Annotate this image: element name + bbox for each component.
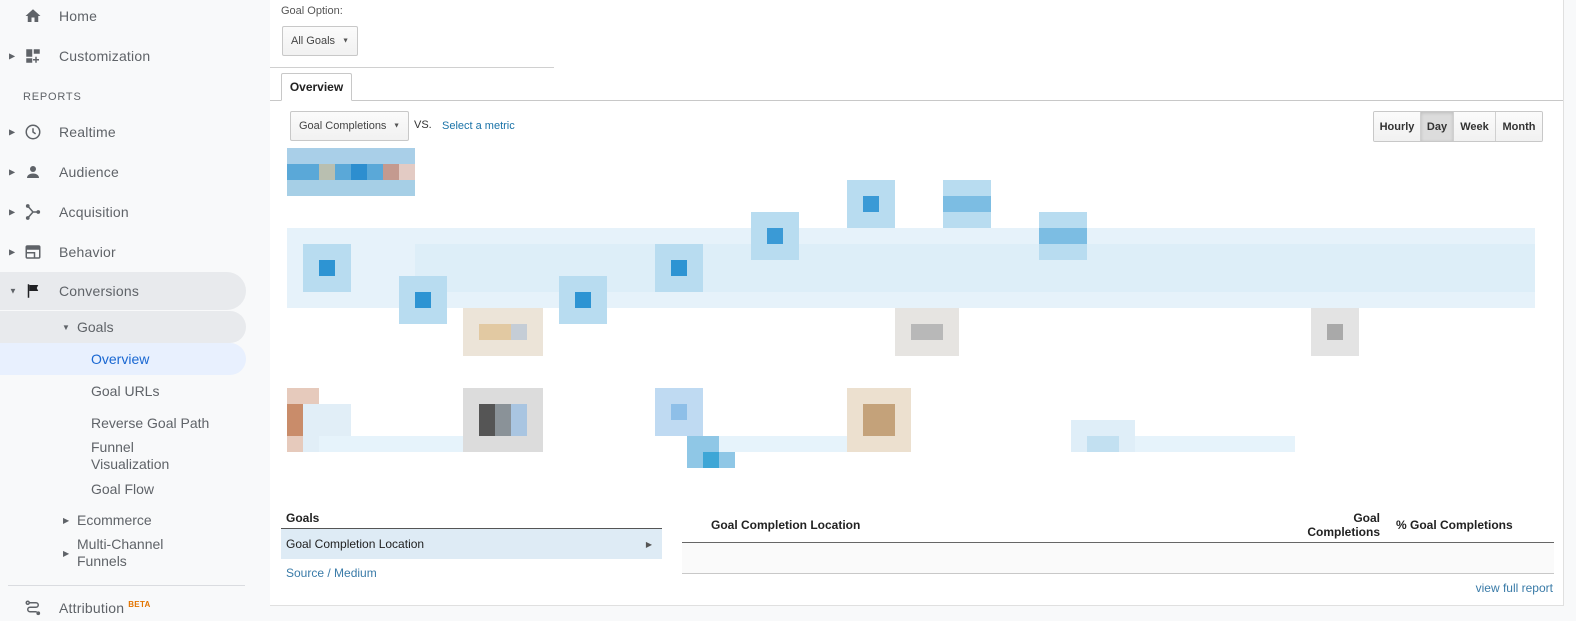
select-metric-link[interactable]: Select a metric	[442, 120, 515, 132]
sidebar: Home ▶ Customization REPORTS ▶ Realtime …	[0, 0, 262, 621]
sidebar-item-goal-flow[interactable]: Goal Flow	[0, 473, 246, 505]
sidebar-item-multi-channel-funnels[interactable]: ▶ Multi-Channel Funnels	[0, 535, 246, 571]
period-week-button[interactable]: Week	[1454, 112, 1496, 141]
dropdown-arrow-icon: ▼	[393, 122, 400, 130]
sidebar-item-customization[interactable]: ▶ Customization	[0, 37, 246, 75]
redacted-chart-block	[767, 228, 783, 244]
dashboard-icon	[24, 47, 42, 65]
redacted-chart-block	[415, 292, 431, 308]
caret-right-icon: ▶	[9, 127, 16, 137]
sidebar-item-attribution[interactable]: Attribution BETA	[0, 589, 246, 621]
redacted-chart-block	[287, 180, 415, 196]
view-full-report-link[interactable]: view full report	[1476, 581, 1553, 595]
redacted-chart-block	[399, 164, 415, 180]
attribution-icon	[24, 599, 42, 617]
redacted-chart-block	[863, 404, 895, 436]
sidebar-item-funnel-visualization[interactable]: Funnel Visualization	[0, 438, 246, 474]
sidebar-item-behavior[interactable]: ▶ Behavior	[0, 233, 246, 271]
redacted-chart-block	[287, 148, 415, 164]
sidebar-item-goal-urls[interactable]: Goal URLs	[0, 375, 246, 407]
period-hourly-button[interactable]: Hourly	[1374, 112, 1421, 141]
home-icon	[24, 7, 42, 25]
period-month-button[interactable]: Month	[1496, 112, 1542, 141]
attribution-label: Attribution	[59, 600, 125, 616]
sidebar-item-realtime[interactable]: ▶ Realtime	[0, 113, 246, 151]
sidebar-item-ecommerce[interactable]: ▶ Ecommerce	[0, 504, 246, 536]
main-panel: Goal Option: All Goals ▼ Overview Goal C…	[270, 0, 1564, 606]
sidebar-item-goals[interactable]: ▼ Goals	[0, 311, 246, 343]
metric-select[interactable]: Goal Completions ▼	[290, 111, 409, 141]
sidebar-item-goals-overview[interactable]: Overview	[0, 343, 246, 375]
sidebar-item-home[interactable]: Home	[0, 0, 246, 35]
tab-bar	[270, 100, 1563, 101]
redacted-chart-block	[479, 404, 495, 436]
caret-right-icon: ▶	[9, 247, 16, 257]
caret-right-icon: ▶	[9, 167, 16, 177]
column-header-location[interactable]: Goal Completion Location	[711, 518, 860, 532]
beta-badge: BETA	[128, 600, 151, 610]
table-bottom-divider	[682, 573, 1554, 574]
goals-dimension-source-medium[interactable]: Source / Medium	[286, 566, 377, 580]
redacted-chart-block	[1039, 228, 1087, 244]
redacted-chart-block	[495, 404, 511, 436]
person-icon	[24, 163, 42, 181]
acquisition-icon	[24, 203, 42, 221]
vs-label: VS.	[414, 119, 432, 131]
flag-icon	[24, 282, 42, 300]
goal-option-label: Goal Option:	[281, 5, 343, 17]
redacted-chart-block	[511, 404, 527, 436]
redacted-chart-block	[319, 260, 335, 276]
caret-right-icon: ▶	[63, 515, 70, 525]
sidebar-item-reverse-goal-path[interactable]: Reverse Goal Path	[0, 407, 246, 439]
redacted-chart-block	[943, 196, 991, 212]
goals-panel-heading: Goals	[286, 511, 320, 525]
period-toggle: Hourly Day Week Month	[1373, 111, 1543, 142]
redacted-chart-block	[671, 260, 687, 276]
dropdown-arrow-icon: ▼	[342, 37, 349, 45]
behavior-icon	[24, 243, 42, 261]
clock-icon	[24, 123, 42, 141]
caret-down-icon: ▼	[9, 286, 17, 296]
redacted-chart-block	[1087, 436, 1119, 452]
redacted-chart-block	[863, 196, 879, 212]
redacted-chart-block	[1327, 324, 1343, 340]
redacted-chart-block	[911, 324, 943, 340]
column-header-goal-completions[interactable]: Goal Completions	[1290, 511, 1380, 539]
redacted-chart-block	[575, 292, 591, 308]
redacted-chart-block	[287, 404, 303, 436]
redacted-chart-block	[719, 436, 863, 452]
redacted-chart-block	[351, 164, 367, 180]
goal-option-select[interactable]: All Goals ▼	[282, 26, 358, 56]
goals-dimension-goal-completion-location[interactable]: Goal Completion Location ▶	[281, 529, 662, 559]
sidebar-item-acquisition[interactable]: ▶ Acquisition	[0, 193, 246, 231]
caret-right-icon: ▶	[63, 549, 70, 558]
sidebar-item-audience[interactable]: ▶ Audience	[0, 153, 246, 191]
sidebar-divider	[8, 585, 245, 586]
goal-option-divider	[270, 67, 554, 68]
caret-right-icon: ▶	[9, 207, 16, 217]
column-header-percent-goal-completions[interactable]: % Goal Completions	[1396, 518, 1513, 532]
sidebar-item-conversions[interactable]: ▼ Conversions	[0, 272, 246, 310]
caret-right-icon: ▶	[9, 51, 16, 61]
period-day-button[interactable]: Day	[1421, 112, 1454, 141]
redacted-chart-block	[479, 324, 511, 340]
section-label-reports: REPORTS	[23, 91, 82, 103]
caret-right-icon: ▶	[645, 539, 652, 549]
table-row	[682, 543, 1554, 573]
caret-down-icon: ▼	[62, 322, 70, 332]
redacted-chart	[287, 148, 1547, 468]
redacted-chart-block	[1135, 436, 1295, 452]
redacted-chart-block	[703, 452, 719, 468]
redacted-chart-block	[511, 324, 527, 340]
redacted-chart-block	[671, 404, 687, 420]
redacted-chart-block	[383, 164, 399, 180]
tab-overview[interactable]: Overview	[281, 73, 352, 101]
redacted-chart-block	[319, 164, 335, 180]
